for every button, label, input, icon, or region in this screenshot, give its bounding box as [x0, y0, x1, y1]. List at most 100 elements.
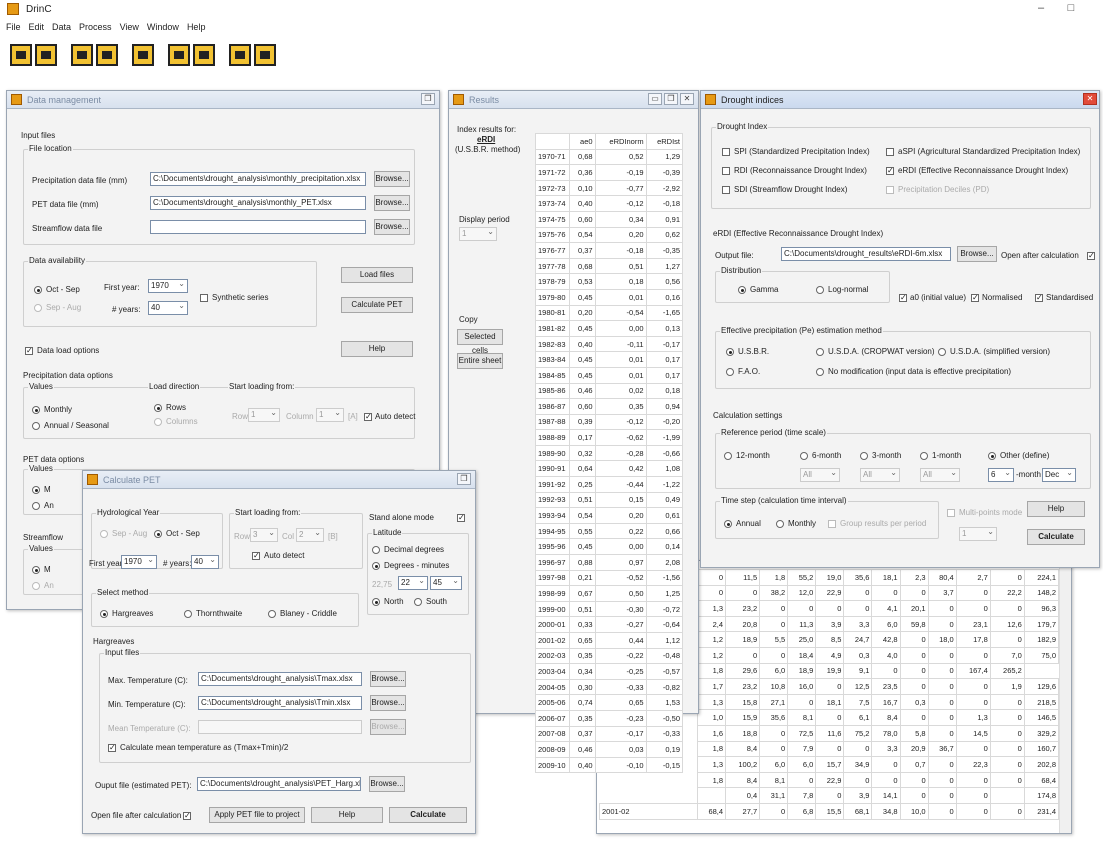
sheet-cell[interactable]: 27,1 — [759, 693, 789, 711]
sheet-cell[interactable]: 0 — [989, 771, 1025, 789]
sheet-cell[interactable]: 265,2 — [989, 662, 1025, 680]
tmin-browse-button[interactable]: Browse... — [370, 695, 406, 711]
sheet-cell[interactable]: 0 — [899, 709, 929, 726]
stream-annual-radio[interactable] — [32, 582, 40, 590]
results-cell[interactable]: 0,60 — [569, 210, 596, 228]
results-cell[interactable]: -0,22 — [594, 647, 647, 665]
pet-file-input[interactable]: C:\Documents\drought_analysis\monthly_PE… — [150, 196, 366, 210]
drought-help-button[interactable]: Help — [1027, 501, 1085, 517]
results-cell[interactable]: 0,60 — [569, 398, 596, 415]
results-cell[interactable]: 1,25 — [645, 585, 684, 602]
results-header-cell[interactable]: eRDIst — [645, 133, 684, 150]
results-cell[interactable]: 0,45 — [569, 538, 596, 556]
pet-help-button[interactable]: Help — [311, 807, 383, 823]
results-cell[interactable]: 0,54 — [569, 507, 596, 524]
sheet-cell[interactable]: 0 — [927, 771, 957, 789]
sheet-cell[interactable]: 24,7 — [843, 631, 873, 648]
results-cell[interactable]: -0,48 — [645, 647, 684, 665]
sheet-cell[interactable]: 0 — [955, 787, 991, 804]
results-cell[interactable]: -0,64 — [645, 616, 684, 633]
sheet-cell[interactable]: 1,0 — [696, 709, 727, 726]
tmin-input[interactable]: C:\Documents\drought_analysis\Tmin.xlsx — [198, 696, 362, 710]
sheet-cell[interactable]: 231,4 — [1023, 802, 1060, 820]
tmax-input[interactable]: C:\Documents\drought_analysis\Tmax.xlsx — [198, 672, 362, 686]
sheet-cell[interactable]: 16,0 — [787, 678, 817, 695]
results-cell[interactable]: -0,54 — [594, 304, 647, 322]
sheet-cell[interactable]: 0 — [927, 678, 957, 695]
help-icon[interactable] — [229, 44, 251, 66]
menu-help[interactable]: Help — [187, 22, 206, 36]
results-cell[interactable]: 0,66 — [645, 522, 684, 540]
sheet-cell[interactable]: 0 — [899, 662, 929, 680]
sheet-cell[interactable]: 1,8 — [696, 662, 727, 680]
sheet-cell[interactable]: 0 — [787, 693, 817, 711]
results-cell[interactable]: 2006-07 — [535, 709, 570, 727]
results-cell[interactable]: 1997-98 — [535, 569, 570, 587]
results-cell[interactable]: -0,12 — [594, 195, 647, 212]
results-cell[interactable]: 1990-91 — [535, 460, 570, 478]
m3-select[interactable]: All — [860, 468, 900, 482]
sheet-cell[interactable]: 22,3 — [955, 756, 991, 773]
sheet-cell[interactable]: 1,8 — [759, 569, 789, 586]
sheet-cell[interactable]: 0 — [955, 600, 991, 617]
usda-simp-radio[interactable] — [938, 348, 946, 356]
blaney-radio[interactable] — [268, 610, 276, 618]
sheet-cell[interactable]: 42,8 — [871, 631, 901, 648]
sheet-cell[interactable]: 17,8 — [955, 631, 991, 648]
results-cell[interactable]: -0,18 — [645, 195, 684, 212]
south-radio[interactable] — [414, 598, 422, 606]
results-cell[interactable]: 0,62 — [645, 226, 684, 244]
results-cell[interactable]: 0,94 — [645, 398, 684, 415]
sheet-cell[interactable]: 18,8 — [725, 724, 761, 742]
sheet-cell[interactable]: 12,0 — [787, 584, 817, 602]
thornthwaite-radio[interactable] — [184, 610, 192, 618]
sheet-cell[interactable]: 0 — [927, 600, 957, 617]
results-cell[interactable]: 0,61 — [645, 507, 684, 524]
results-cell[interactable]: -0,30 — [594, 600, 647, 618]
results-cell[interactable]: 0,45 — [569, 288, 596, 306]
results-cell[interactable]: 0,20 — [569, 304, 596, 322]
results-cell[interactable]: 1,08 — [645, 460, 684, 478]
pet-sep-aug-radio[interactable] — [100, 530, 108, 538]
sheet-cell[interactable]: 0 — [989, 802, 1025, 820]
sheet-cell[interactable]: 34,8 — [871, 802, 901, 820]
sheet-cell[interactable]: 0 — [989, 756, 1025, 773]
pet-first-year-select[interactable]: 1970 — [121, 555, 157, 569]
results-cell[interactable]: 0,01 — [594, 366, 647, 384]
pet-row-select[interactable]: 3 — [250, 528, 278, 542]
results-cell[interactable]: -0,50 — [645, 709, 684, 727]
sheet-cell[interactable]: 18,1 — [815, 693, 845, 711]
results-cell[interactable]: 0,15 — [594, 491, 647, 509]
menu-edit[interactable]: Edit — [29, 22, 45, 36]
sheet-cell[interactable]: 0 — [843, 740, 873, 758]
sheet-cell[interactable]: 0 — [899, 678, 929, 695]
sheet-cell[interactable]: 0 — [989, 709, 1025, 726]
results-cell[interactable]: 1983-84 — [535, 351, 570, 368]
sheet-cell[interactable]: 0 — [759, 600, 789, 617]
results-cell[interactable]: 0,19 — [645, 741, 684, 758]
pet-output-input[interactable]: C:\Documents\drought_analysis\PET_Harg.x… — [197, 777, 361, 791]
sheet-cell[interactable]: 2,4 — [696, 615, 727, 633]
sheet-cell[interactable]: 1,3 — [696, 756, 727, 773]
sheet-cell[interactable]: 10,8 — [759, 678, 789, 695]
sheet-cell[interactable]: 0 — [815, 678, 845, 695]
stream-monthly-radio[interactable] — [32, 566, 40, 574]
pet-browse-button[interactable]: Browse... — [374, 195, 410, 211]
results-cell[interactable]: 1,12 — [645, 632, 684, 649]
sheet-cell[interactable]: 11,6 — [815, 724, 845, 742]
pet-nyears-select[interactable]: 40 — [191, 555, 219, 569]
calculate-pet-button[interactable]: Calculate PET — [341, 297, 413, 313]
sheet-cell[interactable]: 55,2 — [787, 569, 817, 586]
tmax-browse-button[interactable]: Browse... — [370, 671, 406, 687]
drought-browse-button[interactable]: Browse... — [957, 246, 997, 262]
sheet-cell[interactable]: 14,5 — [955, 724, 991, 742]
m6-radio[interactable] — [800, 452, 808, 460]
results-cell[interactable]: 0,18 — [594, 273, 647, 290]
sheet-cell[interactable]: 1,3 — [696, 693, 727, 711]
menu-data[interactable]: Data — [52, 22, 71, 36]
sheet-cell[interactable]: 0 — [843, 771, 873, 789]
results-cell[interactable]: 0,45 — [569, 366, 596, 384]
sheet-cell[interactable]: 72,5 — [787, 724, 817, 742]
m6-select[interactable]: All — [800, 468, 840, 482]
results-cell[interactable]: 0,91 — [645, 210, 684, 228]
